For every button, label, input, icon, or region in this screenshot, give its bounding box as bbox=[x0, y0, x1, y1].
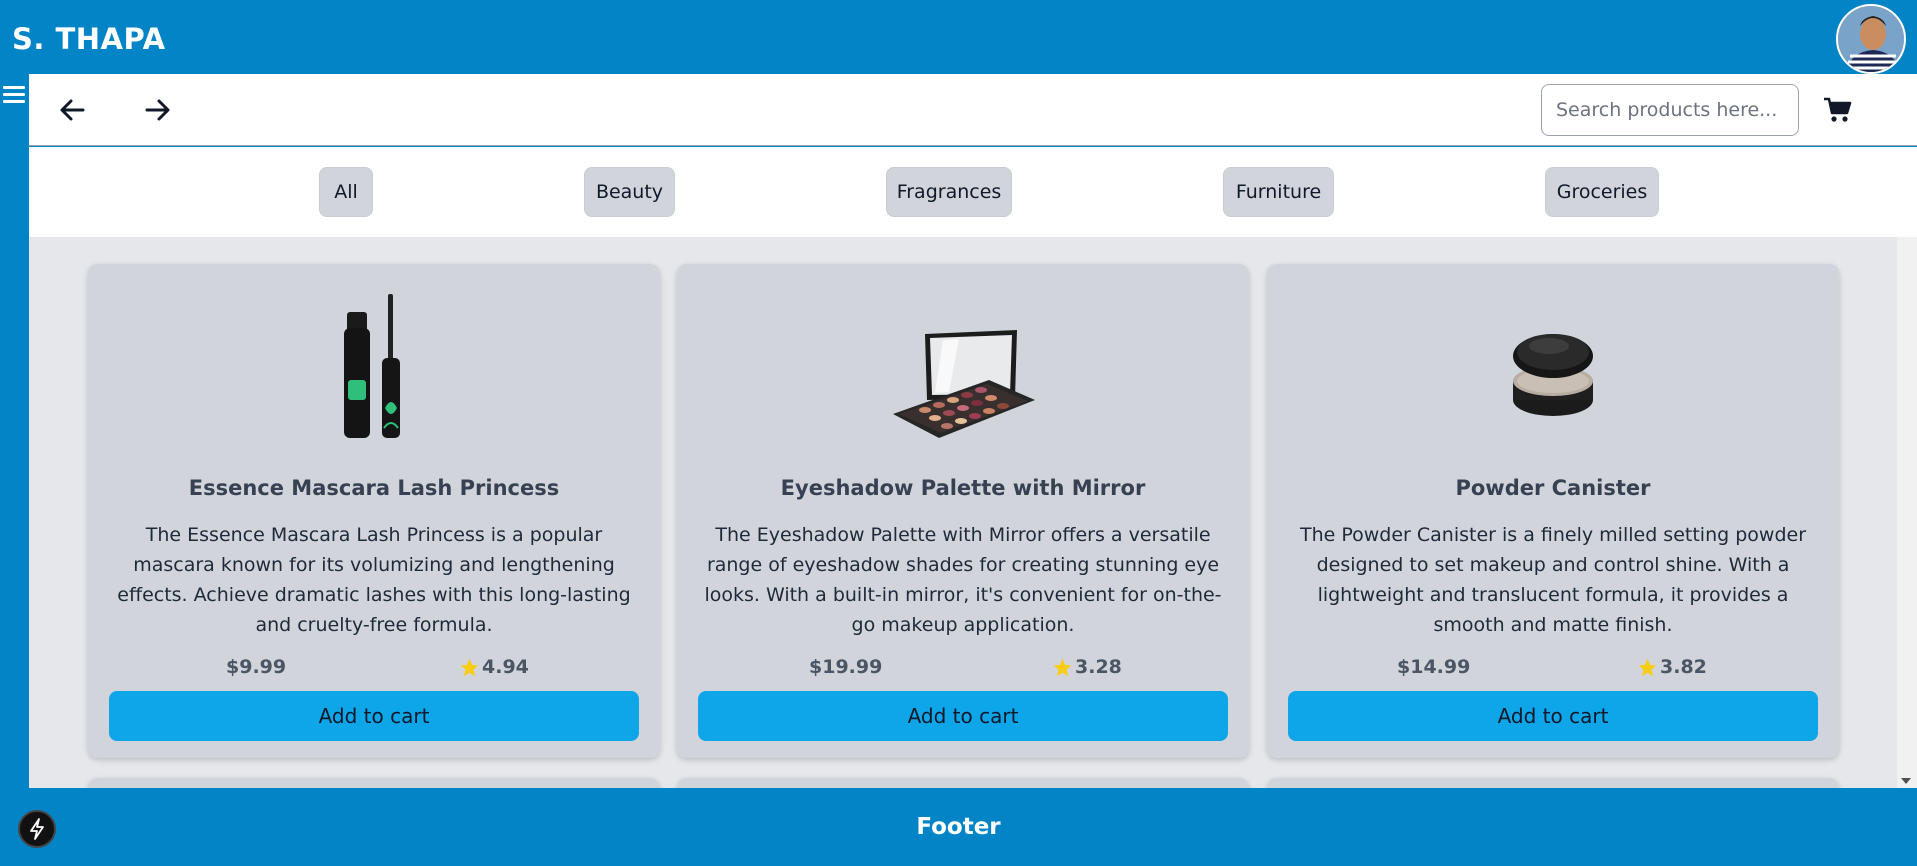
product-rating: 3.28 bbox=[1052, 656, 1122, 678]
search-input[interactable] bbox=[1541, 84, 1799, 136]
product-card bbox=[1267, 778, 1839, 788]
toolbar bbox=[29, 74, 1917, 146]
product-rating: 4.94 bbox=[459, 656, 529, 678]
menu-icon[interactable] bbox=[3, 86, 25, 106]
product-description: The Essence Mascara Lash Princess is a p… bbox=[117, 524, 631, 636]
product-image-mascara bbox=[274, 288, 474, 453]
product-price: $9.99 bbox=[226, 656, 287, 678]
product-card: Eyeshadow Palette with Mirror The Eyesha… bbox=[677, 264, 1249, 758]
product-title: Eyeshadow Palette with Mirror bbox=[780, 476, 1146, 500]
product-price: $14.99 bbox=[1397, 656, 1471, 678]
filter-groceries[interactable]: Groceries bbox=[1545, 167, 1659, 217]
filter-fragrances[interactable]: Fragrances bbox=[886, 167, 1012, 217]
filter-furniture[interactable]: Furniture bbox=[1223, 167, 1334, 217]
footer-label: Footer bbox=[916, 814, 1001, 840]
product-rating: 3.82 bbox=[1637, 656, 1707, 678]
category-filters: All Beauty Fragrances Furniture Grocerie… bbox=[29, 147, 1917, 237]
avatar[interactable] bbox=[1836, 4, 1906, 74]
product-image-powder-canister bbox=[1453, 288, 1653, 453]
cart-icon[interactable] bbox=[1823, 96, 1853, 124]
add-to-cart-button[interactable]: Add to cart bbox=[1288, 691, 1818, 741]
arrow-right-icon[interactable] bbox=[139, 94, 175, 126]
rating-value: 3.28 bbox=[1075, 656, 1122, 678]
product-card bbox=[677, 778, 1249, 788]
product-description: The Eyeshadow Palette with Mirror offers… bbox=[704, 524, 1222, 636]
product-description: The Powder Canister is a finely milled s… bbox=[1299, 524, 1807, 636]
product-title: Essence Mascara Lash Princess bbox=[188, 476, 560, 500]
rating-value: 3.82 bbox=[1660, 656, 1707, 678]
product-card: Essence Mascara Lash Princess The Essenc… bbox=[88, 264, 660, 758]
product-card bbox=[88, 778, 660, 788]
star-icon bbox=[460, 658, 479, 676]
filter-beauty[interactable]: Beauty bbox=[584, 167, 675, 217]
star-icon bbox=[1053, 658, 1072, 676]
add-to-cart-button[interactable]: Add to cart bbox=[698, 691, 1228, 741]
add-to-cart-button[interactable]: Add to cart bbox=[109, 691, 639, 741]
star-icon bbox=[1638, 658, 1657, 676]
product-image-eyeshadow-palette bbox=[863, 288, 1063, 453]
product-title: Powder Canister bbox=[1455, 476, 1651, 500]
arrow-left-icon[interactable] bbox=[55, 94, 91, 126]
scrollbar[interactable] bbox=[1897, 237, 1917, 788]
sidebar bbox=[0, 74, 29, 788]
product-grid: Essence Mascara Lash Princess The Essenc… bbox=[29, 237, 1897, 788]
header: S. THAPA bbox=[0, 0, 1917, 74]
filter-all[interactable]: All bbox=[319, 167, 373, 217]
product-card: Powder Canister The Powder Canister is a… bbox=[1267, 264, 1839, 758]
brand-title: S. THAPA bbox=[12, 22, 166, 56]
product-price: $19.99 bbox=[809, 656, 883, 678]
footer: Footer bbox=[0, 788, 1917, 866]
rating-value: 4.94 bbox=[482, 656, 529, 678]
scroll-down-icon[interactable] bbox=[1901, 778, 1911, 784]
